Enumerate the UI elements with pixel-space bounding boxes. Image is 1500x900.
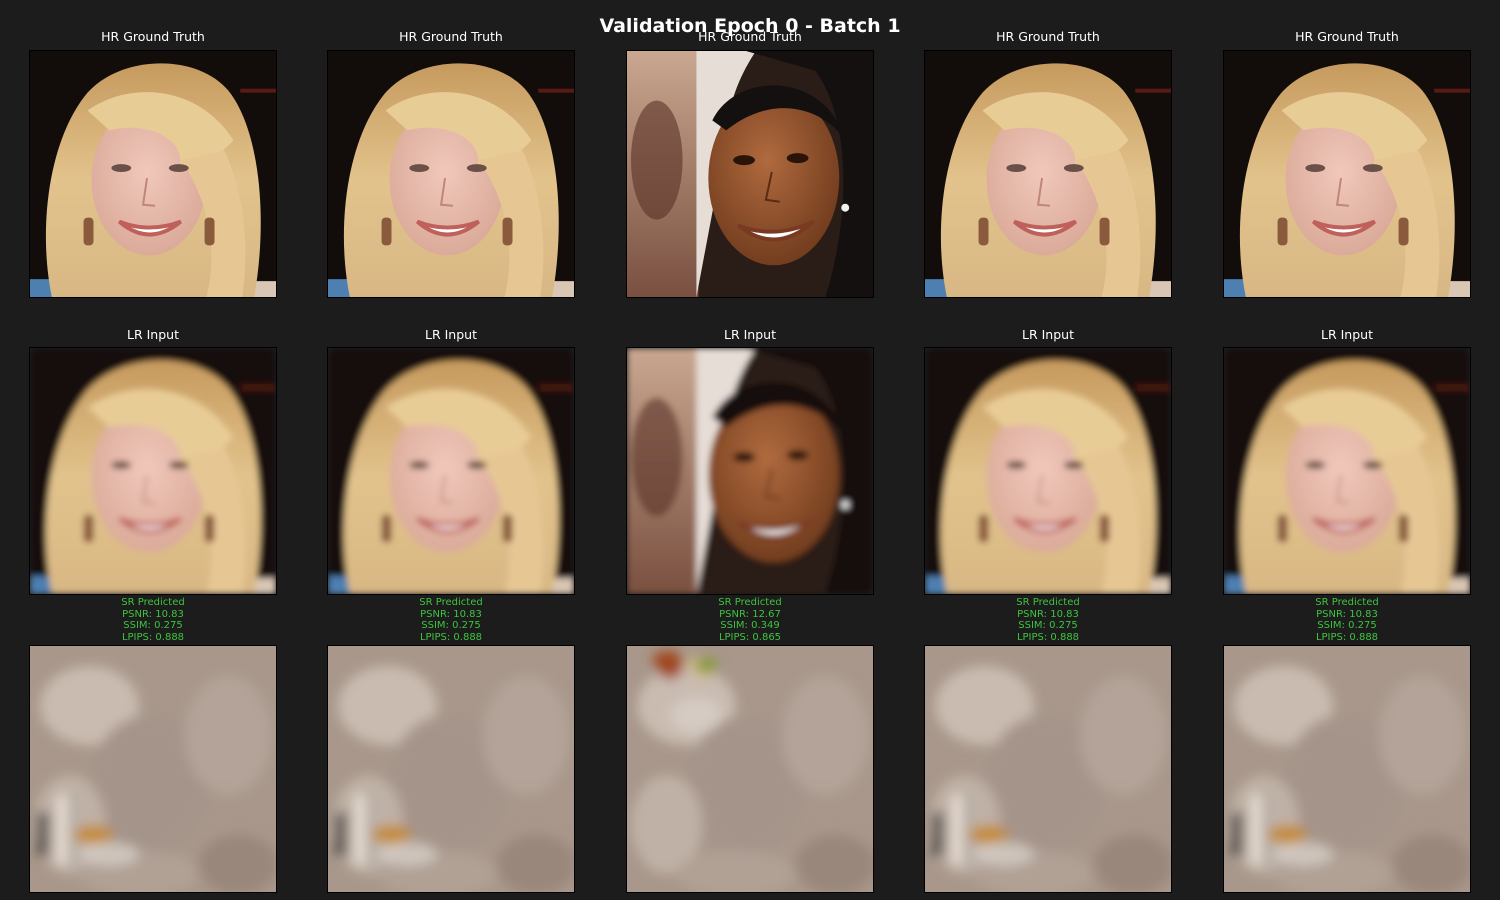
psnr-value: PSNR: 10.83 (1017, 608, 1079, 620)
photo-render (925, 51, 1171, 297)
lpips-value: LPIPS: 0.888 (1016, 631, 1080, 643)
photo-render (328, 348, 574, 594)
photo-render (925, 646, 1171, 892)
photo-render (627, 348, 873, 594)
sr-metrics-col-4: SR Predicted PSNR: 10.83 SSIM: 0.275 LPI… (924, 597, 1172, 643)
hr-image-col-3 (626, 50, 874, 298)
sr-image-col-1 (29, 645, 277, 893)
lpips-value: LPIPS: 0.865 (718, 631, 782, 643)
photo-render (627, 646, 873, 892)
ssim-value: SSIM: 0.275 (1317, 620, 1377, 631)
psnr-value: PSNR: 12.67 (719, 608, 781, 620)
sr-label: SR Predicted (718, 597, 782, 608)
sr-label: SR Predicted (121, 597, 185, 608)
lr-label-col-3: LR Input (724, 327, 776, 342)
photo-render (1224, 646, 1470, 892)
ssim-value: SSIM: 0.275 (123, 620, 183, 631)
psnr-value: PSNR: 10.83 (1316, 608, 1378, 620)
lr-image-col-2 (327, 347, 575, 595)
sr-label: SR Predicted (1315, 597, 1379, 608)
figure-title: Validation Epoch 0 - Batch 1 (599, 15, 901, 37)
photo-render (925, 348, 1171, 594)
ssim-value: SSIM: 0.275 (1018, 620, 1078, 631)
psnr-value: PSNR: 10.83 (420, 608, 482, 620)
sr-metrics-col-2: SR Predicted PSNR: 10.83 SSIM: 0.275 LPI… (327, 597, 575, 643)
lpips-value: LPIPS: 0.888 (419, 631, 483, 643)
psnr-value: PSNR: 10.83 (122, 608, 184, 620)
sr-image-col-5 (1223, 645, 1471, 893)
lr-image-col-5 (1223, 347, 1471, 595)
hr-image-col-1 (29, 50, 277, 298)
lr-image-col-4 (924, 347, 1172, 595)
sr-image-col-2 (327, 645, 575, 893)
sr-metrics-col-1: SR Predicted PSNR: 10.83 SSIM: 0.275 LPI… (29, 597, 277, 643)
photo-render (30, 51, 276, 297)
ssim-value: SSIM: 0.275 (421, 620, 481, 631)
photo-render (1224, 348, 1470, 594)
photo-render (30, 646, 276, 892)
lr-label-col-1: LR Input (127, 327, 179, 342)
lpips-value: LPIPS: 0.888 (1315, 631, 1379, 643)
ssim-value: SSIM: 0.349 (720, 620, 780, 631)
sr-image-col-3 (626, 645, 874, 893)
sr-image-col-4 (924, 645, 1172, 893)
photo-render (627, 51, 873, 297)
hr-image-col-4 (924, 50, 1172, 298)
lr-label-col-2: LR Input (425, 327, 477, 342)
photo-render (328, 646, 574, 892)
lr-label-col-5: LR Input (1321, 327, 1373, 342)
photo-render (328, 51, 574, 297)
lr-image-col-3 (626, 347, 874, 595)
hr-image-col-2 (327, 50, 575, 298)
hr-image-col-5 (1223, 50, 1471, 298)
lpips-value: LPIPS: 0.888 (121, 631, 185, 643)
lr-image-col-1 (29, 347, 277, 595)
sr-label: SR Predicted (419, 597, 483, 608)
lr-label-col-4: LR Input (1022, 327, 1074, 342)
photo-render (1224, 51, 1470, 297)
sr-metrics-col-3: SR Predicted PSNR: 12.67 SSIM: 0.349 LPI… (626, 597, 874, 643)
sr-label: SR Predicted (1016, 597, 1080, 608)
photo-render (30, 348, 276, 594)
sr-metrics-col-5: SR Predicted PSNR: 10.83 SSIM: 0.275 LPI… (1223, 597, 1471, 643)
